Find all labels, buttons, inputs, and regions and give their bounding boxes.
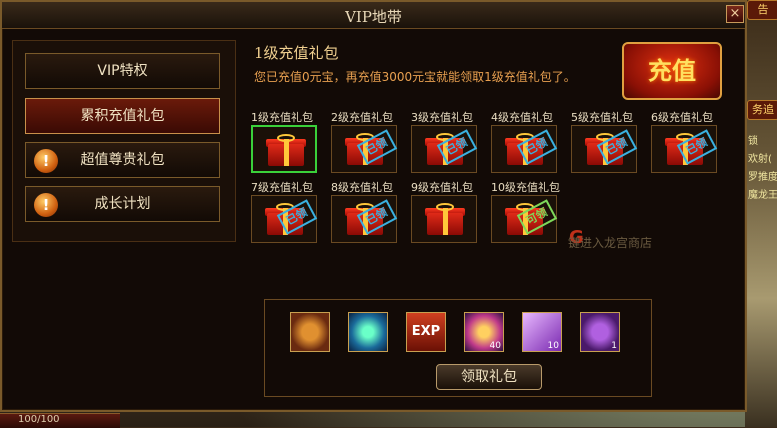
nav-label: VIP特权 (97, 63, 148, 79)
gift-box[interactable]: 已领 (411, 125, 478, 173)
nav-label: 超值尊贵礼包 (80, 152, 165, 168)
gift-pack: 4级充值礼包 已领 (491, 110, 559, 173)
window-titlebar[interactable]: VIP地带 × (2, 2, 745, 29)
item-count: 10 (547, 341, 559, 351)
gift-box[interactable]: 可领 (491, 195, 558, 243)
exp-label: EXP (411, 324, 441, 339)
side-tab-notice[interactable]: 告 (747, 0, 777, 20)
gift-pack: 6级充值礼包 已领 (651, 110, 719, 173)
gift-pack: 9级充值礼包 (411, 180, 479, 243)
side-text: 罗推度:6 (748, 172, 777, 183)
gift-label: 1级充值礼包 (251, 111, 313, 124)
side-text: 欢射( (748, 154, 772, 165)
gift-label: 8级充值礼包 (331, 181, 393, 194)
item-count: 40 (489, 341, 501, 351)
gift-label: 6级充值礼包 (651, 111, 713, 124)
gift-label: 2级充值礼包 (331, 111, 393, 124)
gift-box[interactable] (251, 125, 317, 173)
hp-text: 100/100 (18, 414, 60, 425)
gift-pack: 2级充值礼包 已领 (331, 110, 399, 173)
crystal-icon[interactable]: 10 (522, 312, 562, 352)
gift-box[interactable]: 已领 (651, 125, 718, 173)
gift-icon (266, 134, 306, 166)
gift-box[interactable]: 已领 (491, 125, 558, 173)
gift-box[interactable]: 已领 (331, 125, 398, 173)
gift-label: 7级充值礼包 (251, 181, 313, 194)
gift-box[interactable]: 已领 (571, 125, 638, 173)
nav-premium-pack[interactable]: ! 超值尊贵礼包 (25, 142, 220, 178)
recharge-button[interactable]: 充值 (622, 42, 722, 100)
nav-growth-plan[interactable]: ! 成长计划 (25, 186, 220, 222)
gift-label: 3级充值礼包 (411, 111, 473, 124)
gift-box[interactable] (411, 195, 477, 243)
gift-pack: 10级充值礼包 可领 (491, 180, 560, 243)
window-title: VIP地带 (345, 8, 402, 26)
close-button[interactable]: × (726, 5, 744, 23)
nav-cumulative-recharge[interactable]: 累积充值礼包 (25, 98, 220, 134)
coin-icon[interactable] (290, 312, 330, 352)
alert-icon: ! (34, 193, 58, 217)
gift-pack: 1级充值礼包 (251, 110, 319, 173)
gift-pack: 7级充值礼包 已领 (251, 180, 319, 243)
nav-label: 累积充值礼包 (80, 108, 165, 124)
nav-vip-privilege[interactable]: VIP特权 (25, 53, 220, 89)
pack-title: 1级充值礼包 (254, 44, 339, 62)
gem-icon[interactable]: 40 (464, 312, 504, 352)
left-nav: VIP特权 累积充值礼包 ! 超值尊贵礼包 ! 成长计划 (12, 40, 236, 242)
gift-label: 9级充值礼包 (411, 181, 473, 194)
nav-label: 成长计划 (94, 196, 151, 212)
gift-label: 10级充值礼包 (491, 181, 560, 194)
side-text: 魔龙王( (748, 190, 777, 201)
gift-box[interactable]: 已领 (251, 195, 318, 243)
side-tab-quest[interactable]: 务追 (747, 100, 777, 120)
gift-pack: 8级充值礼包 已领 (331, 180, 399, 243)
jade-icon[interactable] (348, 312, 388, 352)
item-count: 1 (611, 341, 617, 351)
alert-icon: ! (34, 149, 58, 173)
gift-box[interactable]: 已领 (331, 195, 398, 243)
game-side-panel (745, 0, 777, 427)
gift-pack: 3级充值礼包 已领 (411, 110, 479, 173)
gift-icon (425, 203, 465, 235)
exp-icon[interactable]: EXP (406, 312, 446, 352)
claim-button[interactable]: 领取礼包 (436, 364, 542, 390)
vip-window: VIP地带 × VIP特权 累积充值礼包 ! 超值尊贵礼包 ! 成长计划 1级充… (0, 0, 747, 412)
gift-label: 5级充值礼包 (571, 111, 633, 124)
gift-pack: 5级充值礼包 已领 (571, 110, 639, 173)
side-text: 锁 (748, 136, 758, 147)
gift-label: 4级充值礼包 (491, 111, 553, 124)
shop-hint: 键进入龙宫商店 (568, 236, 653, 250)
bag-icon[interactable]: 1 (580, 312, 620, 352)
pack-description: 您已充值0元宝，再充值3000元宝就能领取1级充值礼包了。 (254, 70, 576, 84)
